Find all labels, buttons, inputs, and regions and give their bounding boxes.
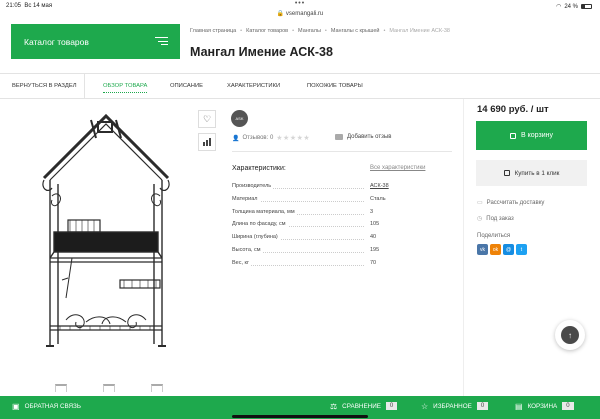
- buy-one-click-button[interactable]: Купить в 1 клик: [476, 160, 587, 186]
- menu-icon: [155, 37, 168, 46]
- truck-icon: ▭: [477, 200, 483, 206]
- browser-dots-icon[interactable]: •••: [0, 0, 600, 7]
- char-row: Длина по фасаду, см 105: [232, 221, 380, 228]
- page: 21:05 Вс 14 мая ••• 🔒 vsemangali.ru ◠ 24…: [0, 0, 600, 419]
- char-row: Толщина материала, мм 3: [232, 208, 374, 215]
- chat-icon: ▣: [12, 401, 20, 411]
- add-review-link[interactable]: Добавить отзыв: [335, 134, 391, 140]
- tab-similar[interactable]: Похожие товары: [307, 74, 363, 99]
- add-to-cart-button[interactable]: В корзину: [476, 121, 587, 150]
- all-characteristics-link[interactable]: Все характеристики: [370, 165, 425, 171]
- thumbnail[interactable]: [55, 384, 67, 392]
- odnoklassniki-icon[interactable]: ok: [490, 244, 501, 255]
- star-icon: ☆: [421, 401, 429, 411]
- battery-percent: 24 %: [564, 3, 578, 10]
- tab-description[interactable]: Описание: [170, 74, 203, 99]
- page-title: Мангал Имение АСК-38: [190, 45, 333, 59]
- reviews-summary: 👤 Отзывов: 0 ★★★★★: [232, 134, 310, 142]
- favorite-button[interactable]: ♡: [198, 110, 216, 128]
- home-indicator: [232, 415, 368, 418]
- status-bar: 21:05 Вс 14 мая ••• 🔒 vsemangali.ru ◠ 24…: [0, 0, 600, 20]
- add-to-cart-label: В корзину: [521, 132, 553, 139]
- thumbnail[interactable]: [151, 384, 163, 392]
- char-row: Ширина (глубина) 40: [232, 234, 377, 241]
- tab-back[interactable]: Вернуться в раздел: [12, 74, 85, 99]
- compare-bottom-button[interactable]: ⚖ Сравнение 0: [330, 396, 398, 416]
- mail-icon[interactable]: @: [503, 244, 514, 255]
- breadcrumb: Главная страница • Каталог товаров • Манга…: [190, 28, 450, 34]
- availability-status: ◷ Под заказ: [477, 215, 514, 223]
- rating-stars-icon: ★★★★★: [276, 135, 311, 142]
- user-icon: 👤: [232, 135, 240, 142]
- comment-icon: [335, 134, 343, 140]
- buy-one-click-label: Купить в 1 клик: [514, 169, 560, 177]
- arrow-up-icon: ↑: [561, 326, 579, 344]
- favorites-bottom-button[interactable]: ☆ Избранное 0: [421, 396, 489, 416]
- feedback-button[interactable]: ▣ Обратная связь: [12, 396, 81, 416]
- cart-bottom-button[interactable]: ▤ Корзина 0: [515, 396, 574, 416]
- breadcrumb-grills[interactable]: Мангалы: [298, 28, 321, 34]
- bar-chart-icon: [203, 138, 211, 146]
- catalog-button[interactable]: Каталог товаров: [11, 24, 180, 59]
- tab-characteristics[interactable]: Характеристики: [227, 74, 280, 99]
- url-text[interactable]: vsemangali.ru: [286, 11, 323, 17]
- thumbnail[interactable]: [103, 384, 115, 392]
- vk-icon[interactable]: vk: [477, 244, 488, 255]
- tab-overview[interactable]: Обзор товара: [103, 74, 148, 99]
- twitter-icon[interactable]: t: [516, 244, 527, 255]
- breadcrumb-home[interactable]: Главная страница: [190, 28, 236, 34]
- thumbnails: [55, 384, 163, 392]
- compare-count: 0: [385, 402, 398, 410]
- share-icons: vk ok @ t: [477, 244, 527, 255]
- reviews-count[interactable]: Отзывов: 0: [242, 135, 273, 141]
- char-row: Производитель АСК-38: [232, 183, 389, 189]
- price: 14 690 руб. / шт: [477, 104, 549, 115]
- catalog-label: Каталог товаров: [24, 36, 89, 47]
- breadcrumb-grills-roof[interactable]: Мангалы с крышей: [331, 28, 380, 34]
- cart-icon: ▤: [515, 401, 523, 411]
- compare-button[interactable]: [198, 133, 216, 151]
- characteristics-table: Производитель АСК-38 Материал Сталь Толщин…: [232, 183, 392, 273]
- heart-icon: ♡: [202, 113, 212, 124]
- favorites-count: 0: [476, 402, 489, 410]
- clock-icon: ◷: [477, 216, 483, 222]
- product-image[interactable]: [36, 108, 176, 358]
- wifi-icon: ◠: [556, 4, 562, 10]
- add-review-label: Добавить отзыв: [347, 134, 392, 140]
- brand-logo[interactable]: ASK: [231, 110, 248, 127]
- characteristics-title: Характеристики:: [232, 165, 286, 172]
- char-row: Высота, см 195: [232, 246, 380, 253]
- cart-count: 0: [562, 402, 574, 410]
- battery-icon: [581, 4, 592, 9]
- breadcrumb-current: Мангал Имение АСК-38: [389, 28, 450, 34]
- scales-icon: ⚖: [330, 401, 338, 411]
- divider: [232, 151, 452, 152]
- breadcrumb-catalog[interactable]: Каталог товаров: [246, 28, 288, 34]
- calculate-delivery-link[interactable]: ▭ Рассчитать доставку: [477, 199, 544, 207]
- tabs-bar: Вернуться в раздел Обзор товара Описание…: [0, 73, 600, 99]
- bag-icon: [510, 132, 517, 139]
- char-row: Материал Сталь: [232, 195, 386, 202]
- share-label: Поделиться: [477, 233, 511, 239]
- char-row: Вес, кг 70: [232, 259, 377, 266]
- bag-icon: [503, 170, 510, 176]
- scroll-to-top-button[interactable]: ↑: [555, 320, 585, 350]
